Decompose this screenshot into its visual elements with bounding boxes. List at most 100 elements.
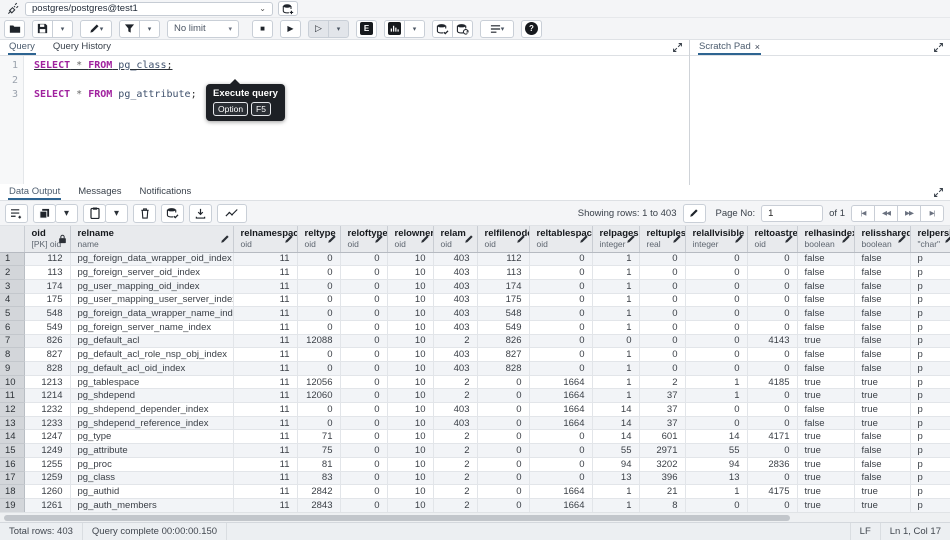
cell-reltype[interactable]: 0 (297, 293, 340, 307)
row-number-cell[interactable]: 1 (0, 252, 24, 266)
cell-reltype[interactable]: 12056 (297, 375, 340, 389)
column-header-reloftype[interactable]: reloftypeoid (340, 226, 387, 252)
cell-oid[interactable]: 1213 (24, 375, 70, 389)
cell-relhasindex[interactable]: true (797, 389, 854, 403)
cell-reltuples[interactable]: 0 (639, 293, 685, 307)
cell-relisshared[interactable]: false (854, 471, 910, 485)
cell-relisshared[interactable]: false (854, 362, 910, 376)
delete-row-button[interactable] (133, 204, 156, 223)
row-number-cell[interactable]: 7 (0, 334, 24, 348)
cell-relhasindex[interactable]: true (797, 375, 854, 389)
cell-reltoastrelid[interactable]: 0 (747, 266, 797, 280)
scratch-pad-body[interactable] (690, 56, 950, 185)
column-header-relname[interactable]: relnamename (70, 226, 233, 252)
table-row[interactable]: 2113pg_foreign_server_oid_index110010403… (0, 266, 950, 280)
cell-relowner[interactable]: 10 (387, 348, 433, 362)
cell-relowner[interactable]: 10 (387, 416, 433, 430)
row-number-cell[interactable]: 5 (0, 307, 24, 321)
cell-relam[interactable]: 2 (433, 498, 477, 512)
cell-relname[interactable]: pg_default_acl_role_nsp_obj_index (70, 348, 233, 362)
cell-relpages[interactable]: 1 (592, 320, 639, 334)
cell-reltuples[interactable]: 21 (639, 485, 685, 499)
cell-relam[interactable]: 403 (433, 362, 477, 376)
cell-relpersistence[interactable]: p (910, 362, 950, 376)
cell-relnamespace[interactable]: 11 (233, 320, 297, 334)
cell-relpersistence[interactable]: p (910, 348, 950, 362)
cell-reltuples[interactable]: 0 (639, 362, 685, 376)
scrollbar-thumb[interactable] (4, 515, 790, 521)
cell-relname[interactable]: pg_attribute (70, 444, 233, 458)
cell-relallvisible[interactable]: 0 (685, 498, 747, 512)
cancel-query-button[interactable]: ■ (252, 20, 273, 38)
cell-relname[interactable]: pg_shdepend_reference_index (70, 416, 233, 430)
cell-relisshared[interactable]: false (854, 430, 910, 444)
cell-oid[interactable]: 826 (24, 334, 70, 348)
cell-relam[interactable]: 403 (433, 293, 477, 307)
cell-reltype[interactable]: 0 (297, 348, 340, 362)
save-file-button[interactable] (32, 20, 53, 38)
cell-reltoastrelid[interactable]: 0 (747, 498, 797, 512)
cell-relallvisible[interactable]: 0 (685, 293, 747, 307)
cell-relpersistence[interactable]: p (910, 252, 950, 266)
row-number-cell[interactable]: 8 (0, 348, 24, 362)
paste-options-button[interactable]: ▾ (105, 204, 128, 223)
column-header-reltype[interactable]: reltypeoid (297, 226, 340, 252)
save-data-button[interactable] (161, 204, 184, 223)
cell-relallvisible[interactable]: 0 (685, 403, 747, 417)
cell-relisshared[interactable]: true (854, 498, 910, 512)
cell-relowner[interactable]: 10 (387, 375, 433, 389)
pencil-icon[interactable] (284, 234, 294, 244)
tab-query[interactable]: Query (8, 39, 36, 55)
pencil-icon[interactable] (734, 234, 744, 244)
cell-relpersistence[interactable]: p (910, 266, 950, 280)
cell-relpersistence[interactable]: p (910, 320, 950, 334)
cell-relam[interactable]: 403 (433, 403, 477, 417)
cell-reloftype[interactable]: 0 (340, 293, 387, 307)
cell-relname[interactable]: pg_proc (70, 457, 233, 471)
expand-icon[interactable] (672, 42, 683, 53)
cell-relowner[interactable]: 10 (387, 444, 433, 458)
table-row[interactable]: 9828pg_default_acl_oid_index110010403828… (0, 362, 950, 376)
cell-oid[interactable]: 112 (24, 252, 70, 266)
cell-relowner[interactable]: 10 (387, 389, 433, 403)
column-header-relallvisible[interactable]: relallvisibleinteger (685, 226, 747, 252)
cell-relallvisible[interactable]: 0 (685, 252, 747, 266)
page-number-input[interactable] (761, 205, 823, 222)
cell-relallvisible[interactable]: 1 (685, 389, 747, 403)
cell-relpersistence[interactable]: p (910, 307, 950, 321)
column-header-relisshared[interactable]: relissharedboolean (854, 226, 910, 252)
commit-button[interactable] (432, 20, 453, 38)
cell-relhasindex[interactable]: false (797, 266, 854, 280)
cell-reltoastrelid[interactable]: 0 (747, 307, 797, 321)
cell-relhasindex[interactable]: true (797, 485, 854, 499)
cell-reltype[interactable]: 12060 (297, 389, 340, 403)
cell-relhasindex[interactable]: false (797, 362, 854, 376)
cell-reltuples[interactable]: 0 (639, 307, 685, 321)
last-page-button[interactable]: ▶| (920, 205, 944, 222)
cell-relnamespace[interactable]: 11 (233, 375, 297, 389)
row-limit-select[interactable]: No limit ▾ (167, 20, 239, 38)
cell-relpages[interactable]: 1 (592, 252, 639, 266)
add-row-button[interactable] (5, 204, 28, 223)
cell-relfilenode[interactable]: 0 (477, 375, 529, 389)
cell-relowner[interactable]: 10 (387, 334, 433, 348)
table-row[interactable]: 1112pg_foreign_data_wrapper_oid_index110… (0, 252, 950, 266)
cell-reltablespace[interactable]: 0 (529, 320, 592, 334)
cell-reloftype[interactable]: 0 (340, 348, 387, 362)
cell-reloftype[interactable]: 0 (340, 485, 387, 499)
cell-relnamespace[interactable]: 11 (233, 279, 297, 293)
cell-relam[interactable]: 403 (433, 416, 477, 430)
cell-relam[interactable]: 403 (433, 266, 477, 280)
pencil-icon[interactable] (327, 234, 337, 244)
cell-relpersistence[interactable]: p (910, 389, 950, 403)
table-row[interactable]: 171259pg_class118301020013396130truefals… (0, 471, 950, 485)
cell-relfilenode[interactable]: 0 (477, 403, 529, 417)
cell-relfilenode[interactable]: 826 (477, 334, 529, 348)
cell-reltablespace[interactable]: 1664 (529, 403, 592, 417)
column-header-relam[interactable]: relamoid (433, 226, 477, 252)
cell-relname[interactable]: pg_user_mapping_oid_index (70, 279, 233, 293)
cell-relam[interactable]: 403 (433, 348, 477, 362)
cell-relnamespace[interactable]: 11 (233, 498, 297, 512)
open-file-button[interactable] (4, 20, 25, 38)
cell-relhasindex[interactable]: true (797, 457, 854, 471)
